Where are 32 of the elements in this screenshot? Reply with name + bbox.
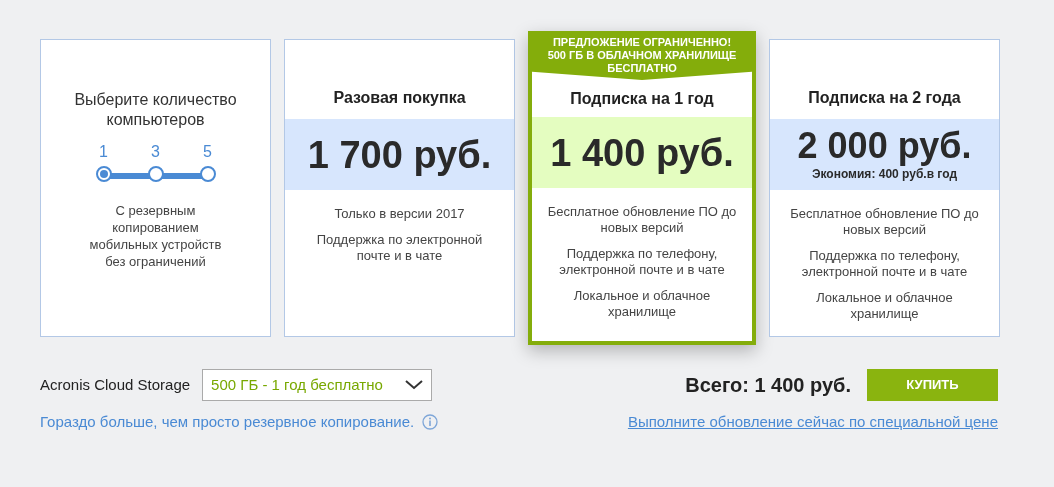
- offer-banner: ПРЕДЛОЖЕНИЕ ОГРАНИЧЕННО! 500 ГБ В ОБЛАЧНОМ ХРАНИЛИЩЕ БЕСПЛАТНО: [532, 34, 752, 80]
- price: 1 400 руб.: [550, 131, 734, 174]
- feature-text: Поддержка по телефону, электронной почте и в чате: [558, 246, 726, 278]
- savings-text: Экономия: 400 руб.в год: [812, 166, 957, 183]
- plan-title: Подписка на 1 год: [570, 88, 714, 109]
- total-price: Всего: 1 400 руб.: [685, 373, 851, 398]
- feature-text: Только в версии 2017: [334, 206, 465, 222]
- selector-description: С резервным копированием мобильных устройств без ограничений: [88, 202, 223, 270]
- info-icon[interactable]: [422, 414, 439, 431]
- count-label: 1: [99, 142, 108, 162]
- more-link[interactable]: Гораздо больше, чем просто резервное копирование.: [40, 411, 415, 434]
- feature-text: Поддержка по электронной почте и в чате: [315, 232, 484, 264]
- buy-button[interactable]: КУПИТЬ: [867, 369, 998, 401]
- selector-title: Выберите количество компьютеров: [73, 90, 238, 130]
- feature-text: Локальное и облачное хранилище: [572, 288, 712, 320]
- feature-text: Бесплатное обновление ПО до новых версий: [789, 206, 980, 238]
- count-radio[interactable]: [199, 166, 216, 182]
- cloud-storage-label: Acronis Cloud Storage: [40, 374, 191, 395]
- upgrade-link[interactable]: Выполните обновление сейчас по специальной цене: [627, 411, 998, 434]
- chevron-down-icon: [405, 380, 424, 390]
- price: 1 700 руб.: [307, 133, 492, 176]
- count-radio[interactable]: [95, 166, 112, 182]
- count-radio[interactable]: [147, 166, 164, 182]
- plan-title: Разовая покупка: [333, 88, 466, 108]
- feature-text: Локальное и облачное хранилище: [815, 290, 954, 322]
- count-label: 3: [151, 142, 160, 162]
- storage-dropdown[interactable]: 500 ГБ - 1 год бесплатно: [202, 369, 433, 401]
- plan-title: Подписка на 2 года: [808, 88, 961, 108]
- feature-text: Поддержка по телефону, электронной почте и в чате: [800, 248, 969, 280]
- feature-text: Бесплатное обновление ПО до новых версий: [546, 204, 738, 236]
- price: 2 000 руб.: [797, 126, 972, 165]
- count-label: 5: [203, 142, 212, 162]
